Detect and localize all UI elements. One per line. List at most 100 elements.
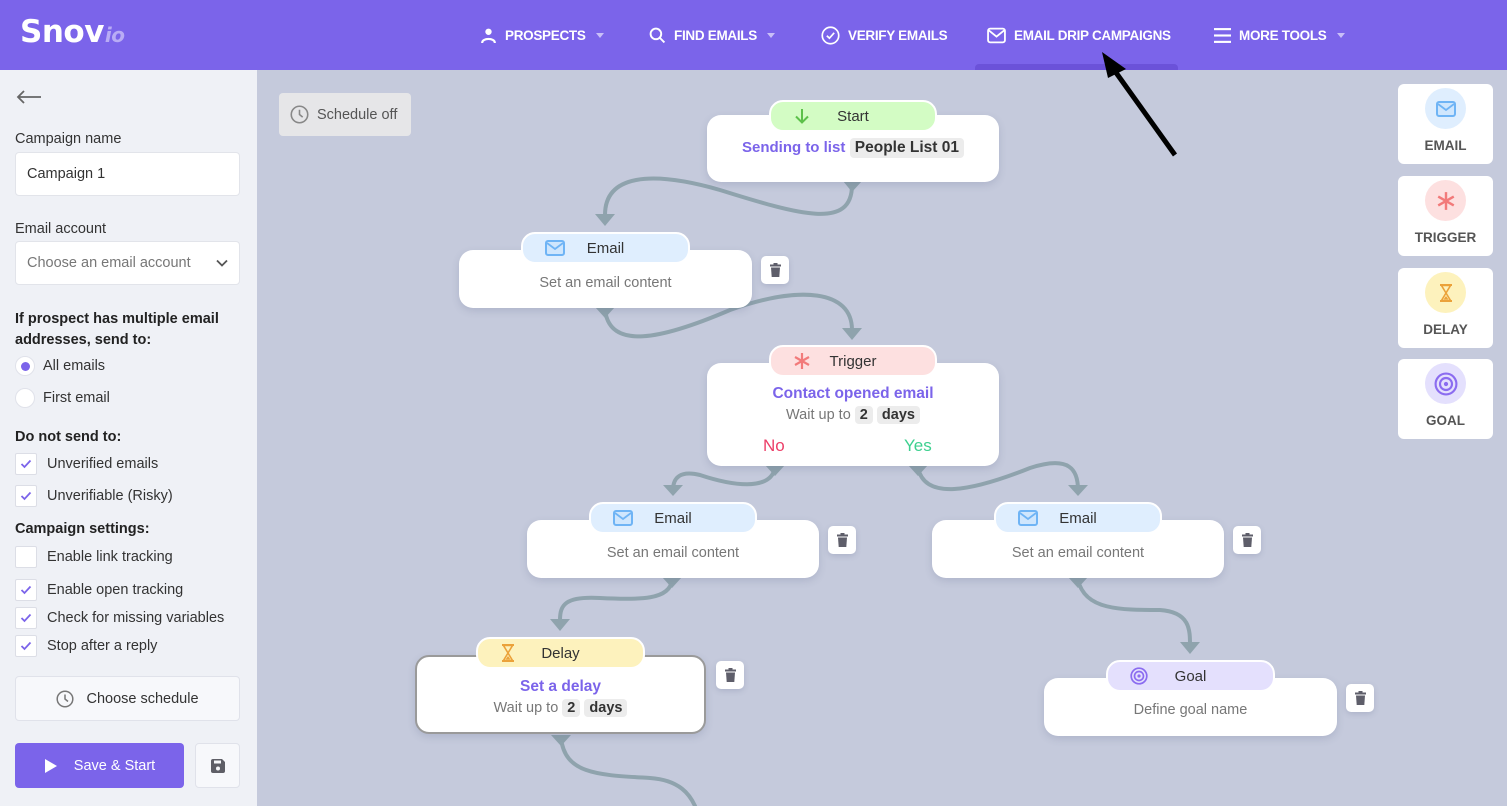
checkbox-link-tracking[interactable]: Enable link tracking [15, 546, 173, 568]
nav-find-emails[interactable]: FIND EMAILS [649, 24, 775, 46]
palette-label: GOAL [1426, 413, 1465, 428]
connector-email-no-to-delay [558, 578, 674, 622]
checkbox-unverified-emails[interactable]: Unverified emails [15, 453, 158, 475]
do-not-send-heading: Do not send to: [15, 429, 122, 445]
trash-icon [836, 533, 848, 547]
logo[interactable]: Snovio [20, 14, 125, 50]
multiple-addresses-heading: If prospect has multiple email addresses… [15, 311, 219, 348]
wait-value-chip[interactable]: 2 [854, 406, 873, 424]
checkmark-icon [20, 459, 32, 469]
radio-first-email[interactable]: First email [15, 388, 110, 408]
sending-to-list-label: Sending to list [741, 139, 846, 156]
nav-more-tools-label: MORE TOOLS [1239, 27, 1327, 43]
checkbox-label: Unverifiable (Risky) [47, 488, 173, 504]
trash-icon [1241, 533, 1253, 547]
nav-verify-emails-label: VERIFY EMAILS [848, 27, 948, 43]
schedule-status-label: Schedule off [317, 106, 398, 123]
nav-email-drip-campaigns[interactable]: EMAIL DRIP CAMPAIGNS [987, 24, 1171, 46]
chevron-down-icon [216, 259, 228, 267]
radio-button[interactable] [15, 388, 35, 408]
trigger-node-header: Trigger [769, 345, 937, 377]
wait-value-chip[interactable]: 2 [562, 699, 581, 717]
clock-icon [56, 689, 75, 708]
chevron-down-icon [595, 32, 604, 38]
checkbox-stop-after-reply[interactable]: Stop after a reply [15, 635, 157, 657]
palette-email[interactable]: EMAIL [1398, 84, 1493, 164]
email-account-label: Email account [15, 221, 107, 237]
goal-node-body: Define goal name [1133, 702, 1248, 718]
schedule-status-badge[interactable]: Schedule off [279, 93, 411, 136]
connector-email-yes-to-goal [1076, 578, 1192, 647]
delete-email-node-button[interactable] [1233, 526, 1261, 554]
email-node-body: Set an email content [539, 275, 672, 291]
checkbox[interactable] [15, 579, 37, 601]
hourglass-icon [1425, 272, 1466, 313]
trash-icon [724, 668, 736, 682]
arrowhead [1180, 642, 1200, 654]
nav-prospects[interactable]: PROSPECTS [480, 24, 604, 46]
campaign-name-input[interactable] [15, 152, 240, 196]
target-icon [1425, 363, 1466, 404]
checkbox-missing-variables[interactable]: Check for missing variables [15, 607, 224, 629]
checkbox[interactable] [15, 546, 37, 568]
arrowhead [843, 181, 862, 192]
nav-more-tools[interactable]: MORE TOOLS [1214, 24, 1345, 46]
palette-goal[interactable]: GOAL [1398, 359, 1493, 439]
top-navbar: Snovio PROSPECTS FIND EMAILS VERIFY EMAI… [0, 0, 1507, 70]
arrowhead [1068, 485, 1088, 496]
checkbox[interactable] [15, 635, 37, 657]
nav-find-emails-label: FIND EMAILS [674, 27, 757, 43]
list-name-chip[interactable]: People List 01 [849, 138, 965, 158]
delete-delay-node-button[interactable] [716, 661, 744, 689]
choose-schedule-button[interactable]: Choose schedule [15, 676, 240, 721]
checkmark-icon [20, 585, 32, 595]
trash-icon [769, 263, 781, 277]
save-start-button[interactable]: Save & Start [15, 743, 184, 788]
connector-delay-out [559, 736, 697, 806]
menu-icon [1214, 27, 1231, 43]
email-account-select[interactable]: Choose an email account [15, 241, 240, 285]
delete-email-node-button[interactable] [828, 526, 856, 554]
start-node-body: Sending to list People List 01 [707, 138, 999, 158]
delete-goal-node-button[interactable] [1346, 684, 1374, 712]
clock-icon [290, 105, 309, 124]
delete-email-node-button[interactable] [761, 256, 789, 284]
connector-trigger-yes [916, 461, 1080, 492]
checkmark-icon [20, 491, 32, 501]
envelope-icon [987, 27, 1006, 43]
palette-label: TRIGGER [1414, 230, 1477, 245]
checkbox-open-tracking[interactable]: Enable open tracking [15, 579, 183, 601]
nav-verify-emails[interactable]: VERIFY EMAILS [821, 24, 948, 46]
radio-all-emails[interactable]: All emails [15, 356, 105, 376]
wait-unit-chip[interactable]: days [876, 406, 920, 424]
checkbox-label: Stop after a reply [47, 638, 158, 654]
wait-unit-chip[interactable]: days [584, 699, 628, 717]
logo-text: Snov [20, 14, 104, 50]
asterisk-icon [793, 352, 811, 370]
checkbox[interactable] [15, 485, 37, 507]
wait-prefix: Wait up to [493, 700, 559, 716]
wait-prefix: Wait up to [786, 407, 851, 423]
back-arrow-icon[interactable] [15, 88, 43, 106]
asterisk-icon [1425, 180, 1466, 221]
arrowhead [595, 214, 615, 226]
radio-label: First email [43, 390, 110, 406]
campaign-settings-heading: Campaign settings: [15, 521, 150, 537]
save-draft-button[interactable] [195, 743, 240, 788]
arrowhead [1068, 577, 1088, 588]
radio-label: All emails [43, 358, 106, 374]
palette-trigger[interactable]: TRIGGER [1398, 176, 1493, 256]
radio-button[interactable] [15, 356, 35, 376]
checkbox-label: Enable link tracking [47, 549, 173, 565]
checkbox[interactable] [15, 453, 37, 475]
delay-title: Set a delay [520, 678, 601, 695]
chevron-down-icon [1336, 32, 1345, 38]
palette-delay[interactable]: DELAY [1398, 268, 1493, 348]
email-node-header: Email [994, 502, 1162, 534]
nav-prospects-label: PROSPECTS [505, 27, 586, 43]
checkbox-label: Unverified emails [47, 456, 159, 472]
checkbox[interactable] [15, 607, 37, 629]
email-node-header: Email [521, 232, 690, 264]
checkbox-unverifiable-risky[interactable]: Unverifiable (Risky) [15, 485, 173, 507]
trigger-node[interactable]: Contact opened email Wait up to 2 days N… [707, 363, 999, 466]
